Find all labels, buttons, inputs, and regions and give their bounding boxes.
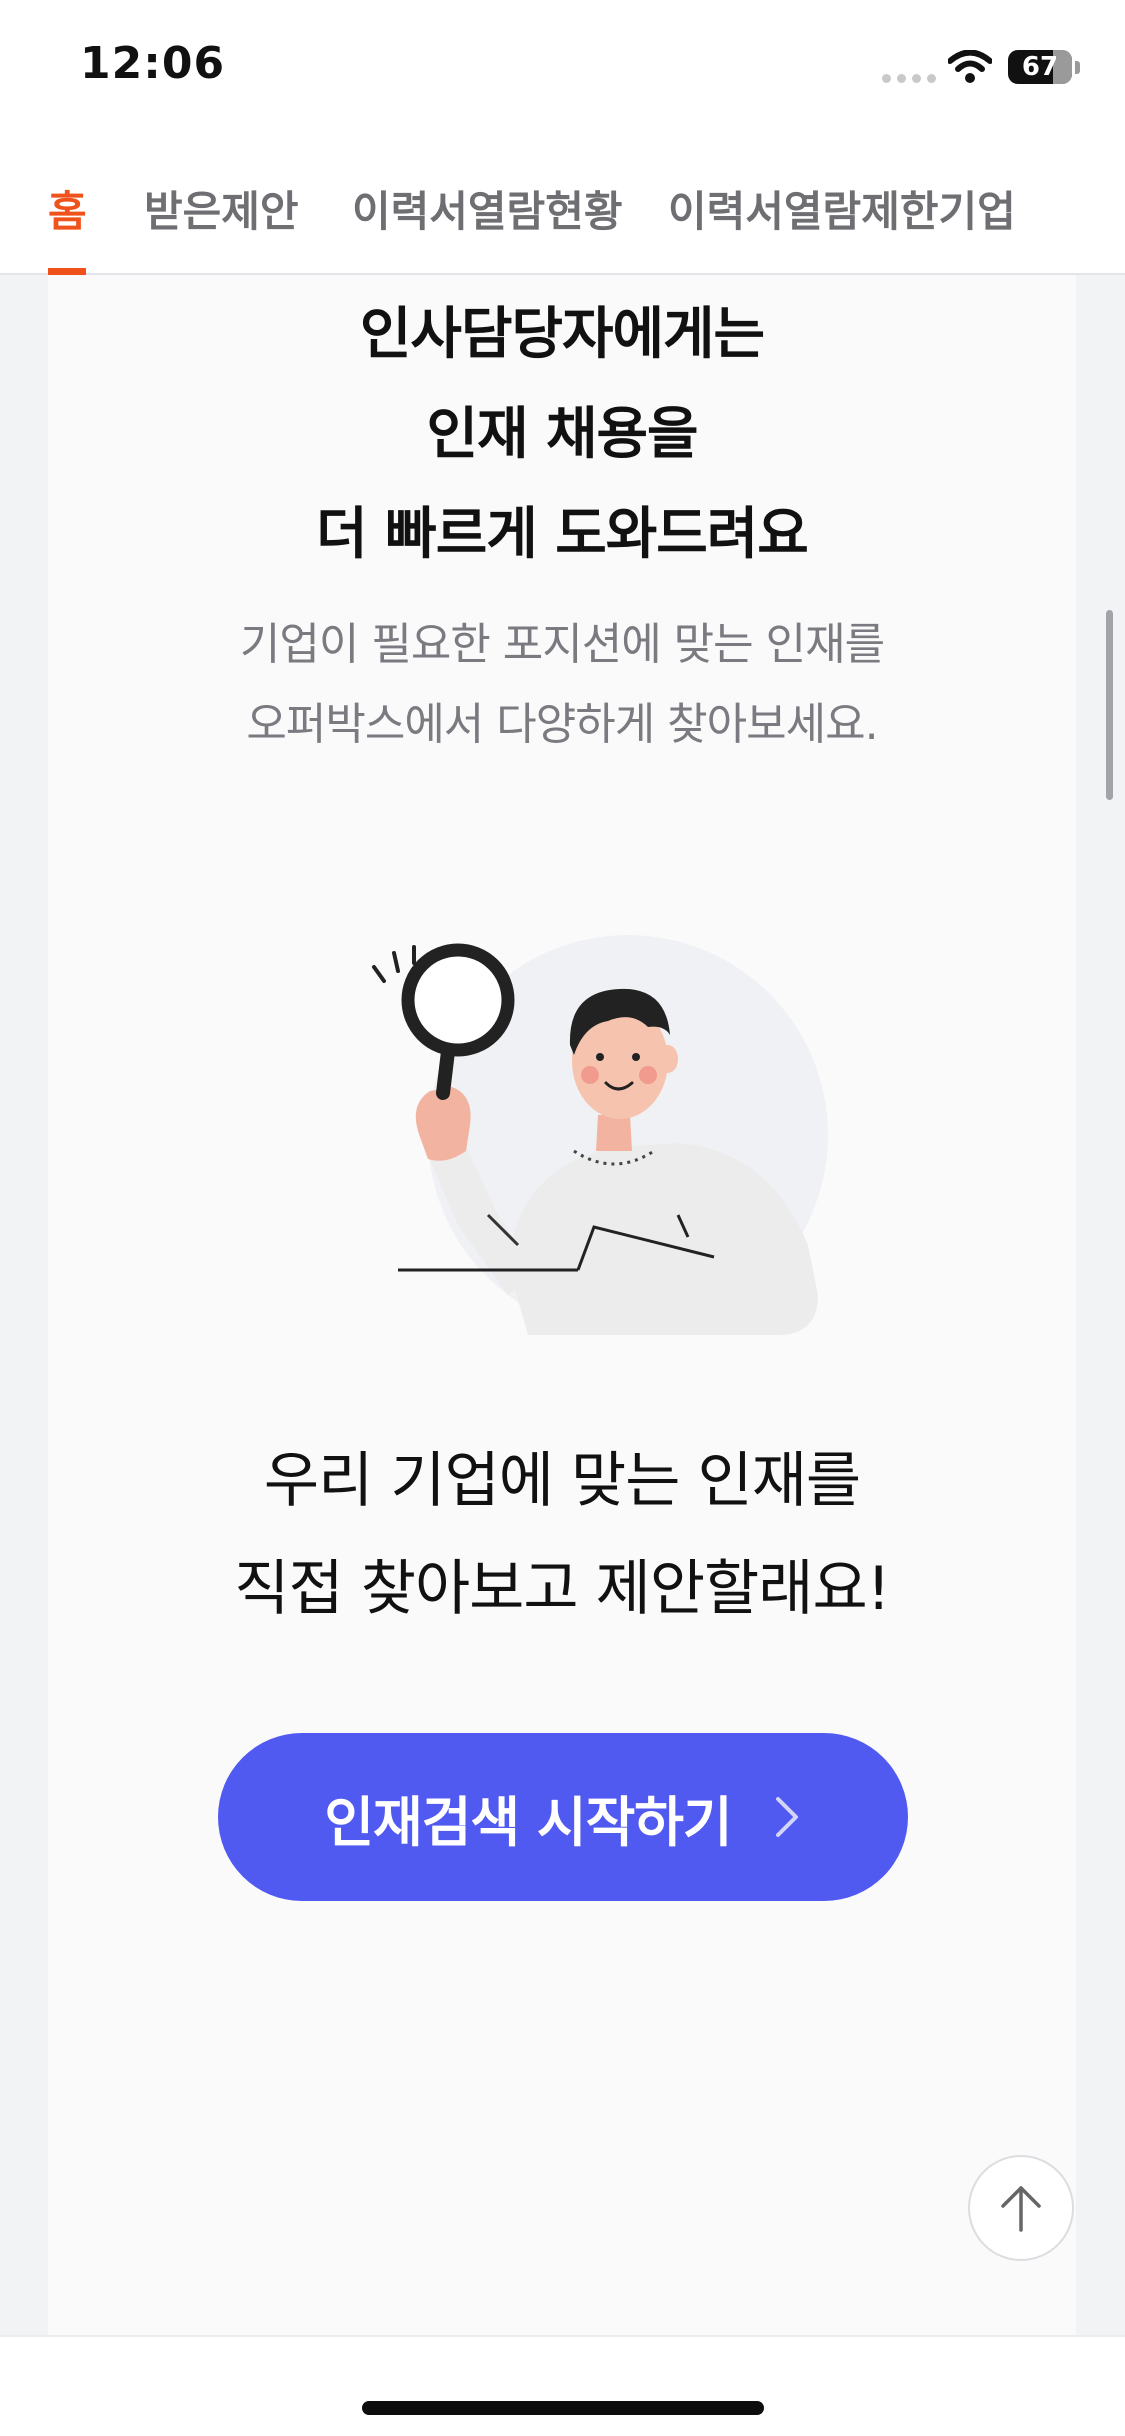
battery-tip <box>1075 61 1080 74</box>
bottom-safe-area <box>0 2335 1125 2436</box>
cta-line: 우리 기업에 맞는 인재를 <box>263 1446 861 1516</box>
tab-resume-view-restricted[interactable]: 이력서열람제한기업 <box>668 178 1016 239</box>
battery-icon: 67 <box>1008 50 1072 84</box>
wifi-icon <box>948 50 992 83</box>
tab-home[interactable]: 홈 <box>48 178 87 239</box>
status-bar: 12:06 67 <box>0 0 1125 140</box>
headline: 인사담당자에게는 인재 채용을 더 빠르게 도와드려요 <box>48 285 1076 585</box>
headline-line: 인재 채용을 <box>426 402 698 467</box>
subtext: 기업이 필요한 포지션에 맞는 인재를 오퍼박스에서 다양하게 찾아보세요. <box>48 605 1076 765</box>
cta-text: 우리 기업에 맞는 인재를 직접 찾아보고 제안할래요! <box>48 1427 1076 1643</box>
subtext-line: 기업이 필요한 포지션에 맞는 인재를 <box>239 619 885 670</box>
back-to-top-button[interactable] <box>968 2155 1074 2261</box>
start-talent-search-button[interactable]: 인재검색 시작하기 <box>218 1733 908 1901</box>
signal-icon <box>882 74 936 83</box>
cta-line: 직접 찾아보고 제안할래요! <box>234 1554 890 1624</box>
subtext-line: 오퍼박스에서 다양하게 찾아보세요. <box>246 699 878 750</box>
arrow-up-icon <box>1001 2186 1041 2232</box>
chevron-right-icon <box>775 1797 798 1837</box>
scrollbar-thumb[interactable] <box>1106 610 1113 800</box>
battery-level: 67 <box>1021 52 1059 82</box>
tab-bar: 홈 받은제안 이력서열람현황 이력서열람제한기업 <box>0 140 1125 275</box>
active-tab-indicator <box>48 268 86 275</box>
person-with-magnifier-illustration <box>372 935 828 1335</box>
tab-received-offers[interactable]: 받은제안 <box>144 178 299 239</box>
start-talent-search-label: 인재검색 시작하기 <box>324 1790 732 1854</box>
home-indicator[interactable] <box>362 2401 764 2415</box>
headline-line: 더 빠르게 도와드려요 <box>316 502 809 567</box>
headline-line: 인사담당자에게는 <box>359 302 765 367</box>
tab-resume-view-status[interactable]: 이력서열람현황 <box>352 178 622 239</box>
content-card: 인사담당자에게는 인재 채용을 더 빠르게 도와드려요 기업이 필요한 포지션에… <box>48 275 1076 2335</box>
status-time: 12:06 <box>80 38 226 89</box>
